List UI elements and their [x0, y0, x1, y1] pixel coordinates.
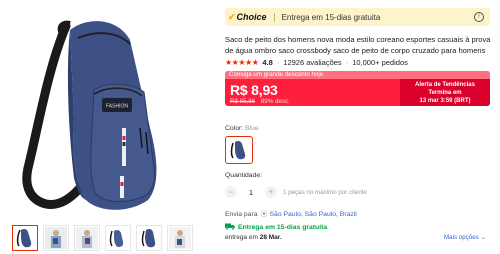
model-thumbnail-icon	[45, 227, 67, 249]
delivery-text: Entrega em 15-dias gratuita	[238, 224, 328, 231]
price-promo-box: Consiga um grande desconto hoje R$ 8,93 …	[225, 71, 490, 106]
trend-alert-title: Alerta de Tendências	[415, 82, 475, 88]
checkmark-icon: ✔	[228, 11, 236, 22]
chevron-down-icon: ⌄	[480, 235, 486, 241]
product-title: Saco de peito dos homens nova moda estil…	[225, 35, 491, 55]
current-price: R$ 8,93	[230, 82, 278, 98]
bag-thumbnail-icon	[16, 228, 32, 248]
original-price: R$ 85,86	[230, 98, 256, 105]
model-thumbnail-icon	[76, 227, 98, 249]
color-label: Color: Blue	[225, 125, 259, 132]
quantity-limit-note: 1 peças no máximo por cliente	[283, 188, 367, 196]
divider	[273, 12, 275, 22]
trend-alert-date: 13 mar 3:59 (BRT)	[419, 98, 471, 104]
choice-badge: ✔ Choice	[225, 12, 267, 23]
delivery-date: 28 Mar.	[259, 234, 282, 241]
thumbnail-strip	[12, 225, 193, 251]
free-delivery-row: Entrega em 15-dias gratuita	[225, 223, 327, 232]
location-pin-icon: ⦿	[260, 211, 268, 218]
orders-count: 10,000+ pedidos	[352, 58, 408, 67]
color-value: Blue	[245, 125, 259, 132]
delivery-date-row: entrega em 28 Mar.	[225, 234, 282, 241]
separator-dot: ·	[276, 58, 280, 67]
product-main-image[interactable]: FASHION	[8, 8, 214, 218]
ship-to-location-link[interactable]: São Paulo, São Paulo, Brazil	[270, 211, 357, 218]
thumbnail-6[interactable]	[167, 225, 193, 251]
color-swatch-blue[interactable]	[225, 136, 253, 164]
trend-alert: Alerta de Tendências Termina em 13 mar 3…	[400, 79, 490, 106]
truck-icon	[225, 223, 235, 232]
product-info-panel: ✔ Choice Entrega em 15-dias gratuita ! S…	[225, 0, 495, 254]
bag-brand-label: FASHION	[106, 104, 128, 110]
more-options-label: Mais opções	[444, 234, 479, 241]
rating-row: ★★★★★ 4.8 · 12926 avaliações · 10,000+ p…	[225, 58, 408, 67]
old-price-row: R$ 85,86 89% desc.	[230, 98, 290, 105]
thumbnail-5[interactable]	[136, 225, 162, 251]
choice-badge-label: Choice	[236, 12, 267, 22]
quantity-plus-button[interactable]: +	[265, 186, 277, 198]
separator-dot: ·	[345, 58, 349, 67]
bag-swatch-icon	[230, 140, 246, 160]
model-thumbnail-icon	[169, 227, 191, 249]
quantity-stepper: − 1 + 1 peças no máximo por cliente	[225, 186, 367, 198]
rating-value: 4.8	[262, 58, 273, 67]
thumbnail-4[interactable]	[105, 225, 131, 251]
ship-to-row: Envia para ⦿ São Paulo, São Paulo, Brazi…	[225, 209, 357, 219]
ship-to-label: Envia para	[225, 210, 258, 218]
thumbnail-1[interactable]	[12, 225, 38, 251]
quantity-minus-button[interactable]: −	[225, 186, 237, 198]
delivery-date-prefix: entrega em	[225, 234, 258, 241]
quantity-value[interactable]: 1	[237, 188, 265, 197]
bag-thumbnail-icon	[109, 229, 124, 247]
thumbnail-3[interactable]	[74, 225, 100, 251]
reviews-link[interactable]: 12926 avaliações	[283, 58, 341, 67]
star-rating-icon: ★★★★★	[225, 58, 259, 67]
sling-bag-image: FASHION	[22, 20, 157, 210]
quantity-label: Quantidade:	[225, 172, 263, 179]
trend-alert-ends: Termina em	[428, 90, 462, 96]
color-label-text: Color:	[225, 125, 244, 132]
info-icon[interactable]: !	[474, 12, 484, 22]
thumbnail-2[interactable]	[43, 225, 69, 251]
choice-banner[interactable]: ✔ Choice Entrega em 15-dias gratuita !	[225, 8, 490, 26]
promo-banner: Consiga um grande desconto hoje	[225, 71, 490, 79]
more-options-link[interactable]: Mais opções ⌄	[444, 234, 486, 241]
discount-label: 89% desc.	[260, 98, 290, 105]
bag-thumbnail-icon	[141, 228, 156, 248]
choice-text: Entrega em 15-dias gratuita	[281, 12, 381, 22]
